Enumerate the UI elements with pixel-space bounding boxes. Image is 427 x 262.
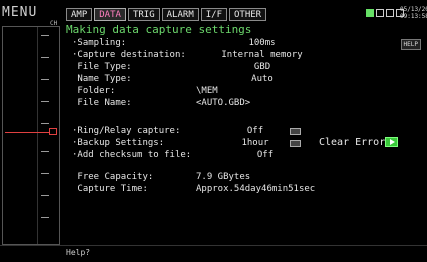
scale-tick [41, 151, 49, 152]
scale-tick [41, 217, 49, 218]
setting-row-folder[interactable]: Folder: \MEM [72, 86, 412, 97]
info-label: Capture Time: [72, 184, 148, 194]
setting-value: 1hour [241, 138, 269, 148]
help-prompt: Help? [66, 248, 91, 257]
page-title: Making data capture settings [66, 23, 252, 36]
setting-label: Name Type: [72, 74, 132, 84]
setting-value: Auto [251, 74, 273, 84]
status-icons [366, 9, 404, 17]
setting-value: GBD [253, 62, 271, 72]
info-value: 7.9 GBytes [196, 172, 251, 182]
display-icon [386, 9, 394, 17]
tab-alarm[interactable]: ALARM [161, 8, 199, 21]
footer-bar: Help? [0, 245, 427, 262]
setting-label: File Type: [72, 62, 132, 72]
setting-value: Internal memory [221, 50, 303, 60]
tab-amp[interactable]: AMP [66, 8, 93, 21]
setting-value: <AUTO.GBD> [196, 98, 251, 108]
tab-trig[interactable]: TRIG [127, 8, 160, 21]
tab-bar: AMP DATA TRIG ALARM I/F OTHER [66, 8, 267, 21]
setting-row-file-name[interactable]: File Name: <AUTO.GBD> [72, 98, 412, 109]
setting-row-checksum[interactable]: ·Add checksum to file: Off [72, 150, 312, 161]
setting-row-file-type[interactable]: File Type: GBD [72, 62, 412, 73]
info-value: Approx.54day46min51sec [196, 184, 316, 194]
clear-error-button[interactable] [385, 137, 398, 147]
scale-tick [41, 79, 49, 80]
tab-if[interactable]: I/F [200, 8, 227, 21]
scale-tick [41, 57, 49, 58]
info-label: Free Capacity: [72, 172, 154, 182]
setting-label: ·Sampling: [72, 38, 127, 48]
setting-row-backup[interactable]: ·Backup Settings: 1hour [72, 138, 312, 149]
setting-value: \MEM [196, 86, 218, 96]
setting-label: ·Ring/Relay capture: [72, 126, 181, 136]
setting-row-sampling[interactable]: ·Sampling: 100ms [72, 38, 412, 49]
tab-other[interactable]: OTHER [229, 8, 267, 21]
scale-tick [41, 173, 49, 174]
scale-tick [41, 101, 49, 102]
datetime-display: 05/13/2024 09:13:58 [400, 6, 427, 20]
setting-value: Off [256, 150, 274, 160]
ring-relay-settings-icon[interactable] [290, 128, 301, 135]
memory-icon [376, 9, 384, 17]
setting-label: ·Add checksum to file: [72, 150, 192, 160]
tab-data[interactable]: DATA [94, 8, 126, 21]
date-text: 05/13/2024 [400, 6, 427, 13]
settings-panel: Making data capture settings HELP ·Sampl… [62, 22, 425, 244]
setting-label: ·Backup Settings: [72, 138, 165, 148]
setting-row-capture-destination[interactable]: ·Capture destination: Internal memory [72, 50, 412, 61]
info-row-free-capacity: Free Capacity: 7.9 GBytes [72, 172, 412, 183]
scale-tick [41, 123, 49, 124]
setting-row-ring-relay[interactable]: ·Ring/Relay capture: Off [72, 126, 312, 137]
setting-row-name-type[interactable]: Name Type: Auto [72, 74, 412, 85]
trace-marker-line [5, 132, 49, 133]
scale-tick [41, 35, 49, 36]
waveform-preview [2, 26, 60, 245]
setting-value: Off [246, 126, 264, 136]
setting-label: ·Capture destination: [72, 50, 186, 60]
waveform-axis [37, 27, 38, 244]
backup-settings-icon[interactable] [290, 140, 301, 147]
battery-icon [366, 9, 374, 17]
time-text: 09:13:58 [400, 13, 427, 20]
setting-value: 100ms [248, 38, 276, 48]
info-row-capture-time: Capture Time: Approx.54day46min51sec [72, 184, 412, 195]
trace-position-marker[interactable] [49, 128, 57, 135]
clear-error-label: Clear Error [319, 137, 386, 148]
setting-label: Folder: [72, 86, 116, 96]
setting-label: File Name: [72, 98, 132, 108]
scale-tick [41, 195, 49, 196]
